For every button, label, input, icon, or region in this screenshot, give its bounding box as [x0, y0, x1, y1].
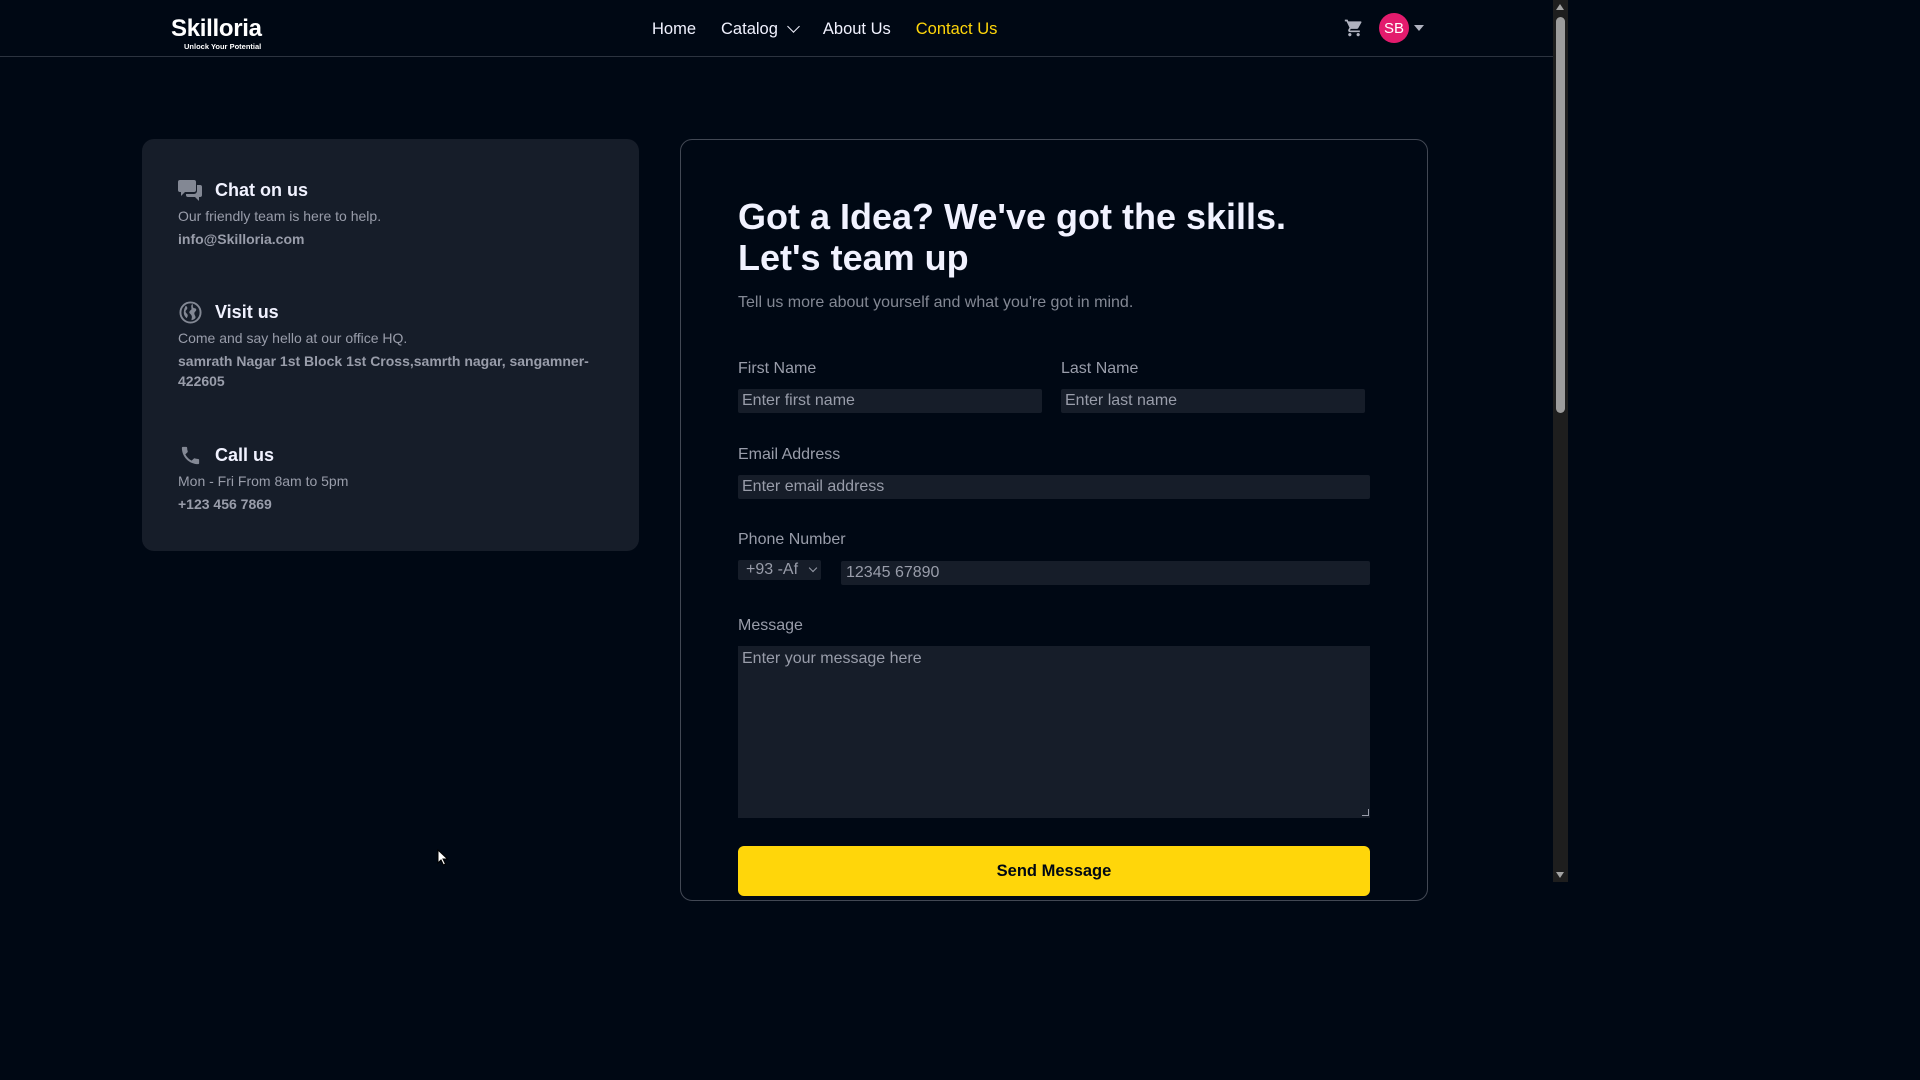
contact-info-title: Call us [215, 444, 275, 465]
chevron-down-icon [787, 20, 800, 33]
contact-info-description: Our friendly team is here to help. [178, 208, 382, 224]
nav-link-label: About Us [822, 20, 891, 38]
message-label: Message [738, 617, 803, 634]
last-name-label: Last Name [1061, 360, 1139, 377]
mouse-cursor-icon [437, 848, 449, 871]
nav-link-label: Home [652, 20, 697, 38]
country-code-value: +93 -Af [746, 561, 799, 578]
nav-link-home[interactable]: Home [652, 18, 696, 40]
phone-label: Phone Number [738, 531, 846, 548]
email-input[interactable] [738, 475, 1370, 499]
form-title: Got a Idea? We've got the skills. Let's … [738, 196, 1287, 278]
logo[interactable]: Skilloria Unlock Your Potential [171, 15, 291, 51]
first-name-label: First Name [738, 360, 817, 377]
send-message-button[interactable]: Send Message [738, 846, 1370, 896]
scrollbar[interactable] [1553, 0, 1568, 882]
contact-info-card: Chat on us Our friendly team is here to … [142, 139, 639, 551]
scroll-down-arrow-icon[interactable] [1556, 872, 1564, 878]
contact-info-visit: Visit us Come and say hello at our offic… [178, 299, 608, 391]
contact-info-title: Visit us [215, 301, 279, 322]
scroll-up-arrow-icon[interactable] [1556, 4, 1564, 10]
avatar[interactable]: SB [1379, 13, 1409, 43]
contact-info-call: Call us Mon - Fri From 8am to 5pm +123 4… [178, 442, 608, 514]
chevron-down-icon [808, 563, 818, 573]
nav-link-about-us[interactable]: About Us [823, 18, 891, 40]
contact-info-phone: +123 456 7869 [178, 496, 272, 512]
contact-info-description: Come and say hello at our office HQ. [178, 330, 408, 346]
first-name-input[interactable] [738, 389, 1042, 413]
last-name-input[interactable] [1061, 389, 1365, 413]
email-label: Email Address [738, 446, 841, 463]
contact-info-title: Chat on us [215, 179, 308, 200]
phone-input[interactable] [841, 561, 1370, 585]
message-textarea[interactable] [738, 646, 1370, 818]
form-subtitle: Tell us more about yourself and what you… [738, 294, 1134, 311]
contact-info-description: Mon - Fri From 8am to 5pm [178, 473, 349, 489]
country-code-select[interactable]: +93 -Af [738, 560, 821, 580]
logo-tagline: Unlock Your Potential [184, 42, 262, 51]
contact-form-card: Got a Idea? We've got the skills. Let's … [680, 139, 1428, 901]
nav-link-contact-us[interactable]: Contact Us [916, 18, 998, 40]
contact-info-email: info@Skilloria.com [178, 231, 305, 247]
logo-name: Skilloria [171, 15, 262, 42]
caret-down-icon[interactable] [1414, 25, 1424, 31]
navbar: Skilloria Unlock Your Potential Home Cat… [0, 0, 1553, 57]
nav-link-label: Contact Us [915, 20, 998, 38]
phone-icon [178, 443, 203, 468]
chat-bubbles-icon [178, 178, 203, 203]
contact-info-address: samrath Nagar 1st Block 1st Cross,samrth… [178, 353, 589, 389]
cart-icon[interactable] [1344, 18, 1364, 38]
nav-links: Home Catalog About Us Contact Us [652, 17, 997, 41]
nav-link-label: Catalog [721, 20, 778, 38]
nav-link-catalog[interactable]: Catalog [721, 18, 800, 40]
resize-handle-icon[interactable] [1362, 809, 1369, 816]
globe-icon [178, 300, 203, 325]
contact-info-chat: Chat on us Our friendly team is here to … [178, 177, 608, 249]
scrollbar-thumb[interactable] [1556, 17, 1565, 413]
